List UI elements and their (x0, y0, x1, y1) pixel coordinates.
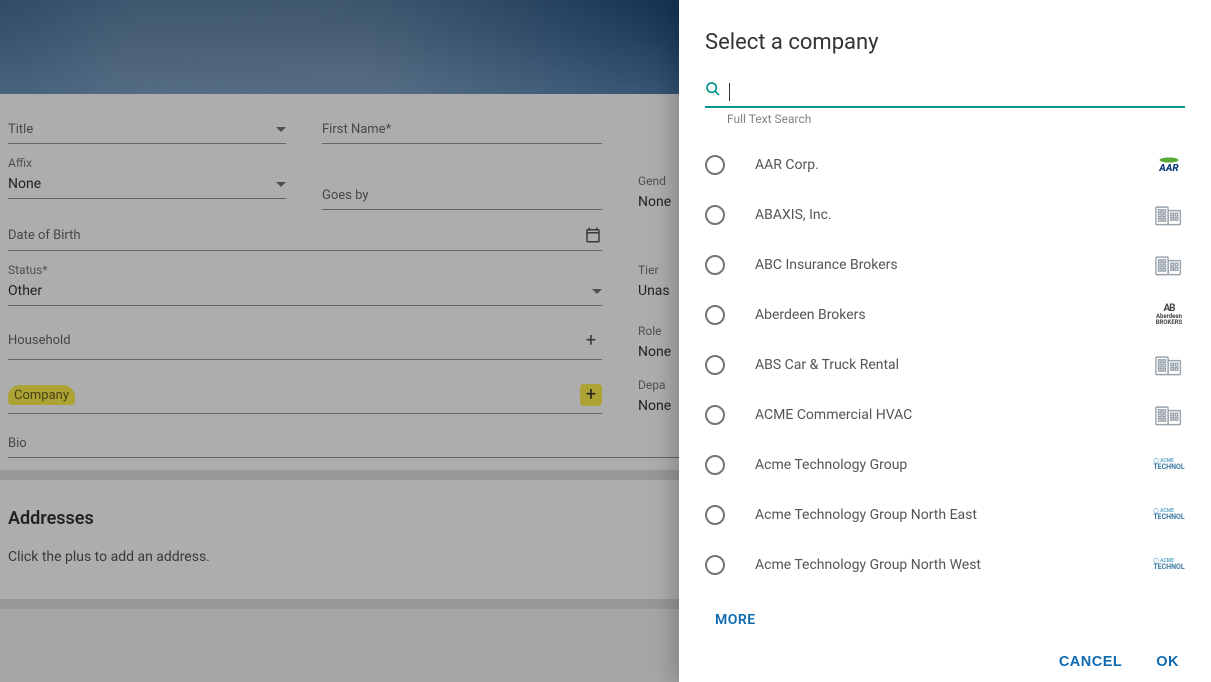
radio-icon (705, 255, 725, 275)
company-logo: ABAberdeenBROKERS (1153, 302, 1185, 328)
company-option[interactable]: Acme Technology Group ◯ ACMETECHNOL (705, 440, 1185, 490)
company-logo (1153, 402, 1185, 428)
radio-icon (705, 405, 725, 425)
dialog-actions: CANCEL OK (705, 642, 1185, 670)
company-option[interactable]: ACME Commercial HVAC (705, 390, 1185, 440)
more-button[interactable]: MORE (705, 598, 1185, 642)
radio-icon (705, 455, 725, 475)
company-name: Acme Technology Group North West (755, 557, 1123, 573)
company-option[interactable]: Acme Technology Group North East ◯ ACMETE… (705, 490, 1185, 540)
company-name: Acme Technology Group North East (755, 507, 1123, 523)
radio-icon (705, 155, 725, 175)
company-search-input[interactable] (705, 81, 1185, 108)
company-option[interactable]: AAR Corp. AAR (705, 140, 1185, 190)
company-option[interactable]: Aberdeen Brokers ABAberdeenBROKERS (705, 290, 1185, 340)
company-name: AAR Corp. (755, 157, 1123, 173)
company-option[interactable]: ABC Insurance Brokers (705, 240, 1185, 290)
company-name: ABC Insurance Brokers (755, 257, 1123, 273)
radio-icon (705, 505, 725, 525)
company-logo (1153, 352, 1185, 378)
radio-icon (705, 555, 725, 575)
company-logo: ◯ ACMETECHNOL (1153, 502, 1185, 528)
company-option[interactable]: Acme Technology Group South East◯ ACMETE… (705, 590, 1185, 598)
company-name: Aberdeen Brokers (755, 307, 1123, 323)
select-company-dialog: Select a company Full Text Search AAR Co… (679, 0, 1211, 682)
company-logo (1153, 252, 1185, 278)
radio-icon (705, 305, 725, 325)
company-name: ACME Commercial HVAC (755, 407, 1123, 423)
radio-icon (705, 355, 725, 375)
company-list: AAR Corp. AAR ABAXIS, Inc. ABC Insurance Br… (705, 140, 1185, 598)
company-logo: ◯ ACMETECHNOL (1153, 552, 1185, 578)
company-name: ABAXIS, Inc. (755, 207, 1123, 223)
company-name: ABS Car & Truck Rental (755, 357, 1123, 373)
company-logo: ◯ ACMETECHNOL (1153, 452, 1185, 478)
company-option[interactable]: Acme Technology Group North West ◯ ACMETE… (705, 540, 1185, 590)
company-logo: AAR (1153, 152, 1185, 178)
cancel-button[interactable]: CANCEL (1059, 654, 1122, 670)
search-helper-text: Full Text Search (727, 112, 1185, 126)
company-name: Acme Technology Group (755, 457, 1123, 473)
company-option[interactable]: ABS Car & Truck Rental (705, 340, 1185, 390)
company-logo (1153, 202, 1185, 228)
company-option[interactable]: ABAXIS, Inc. (705, 190, 1185, 240)
radio-icon (705, 205, 725, 225)
dialog-title: Select a company (705, 30, 1185, 55)
ok-button[interactable]: OK (1156, 654, 1179, 670)
